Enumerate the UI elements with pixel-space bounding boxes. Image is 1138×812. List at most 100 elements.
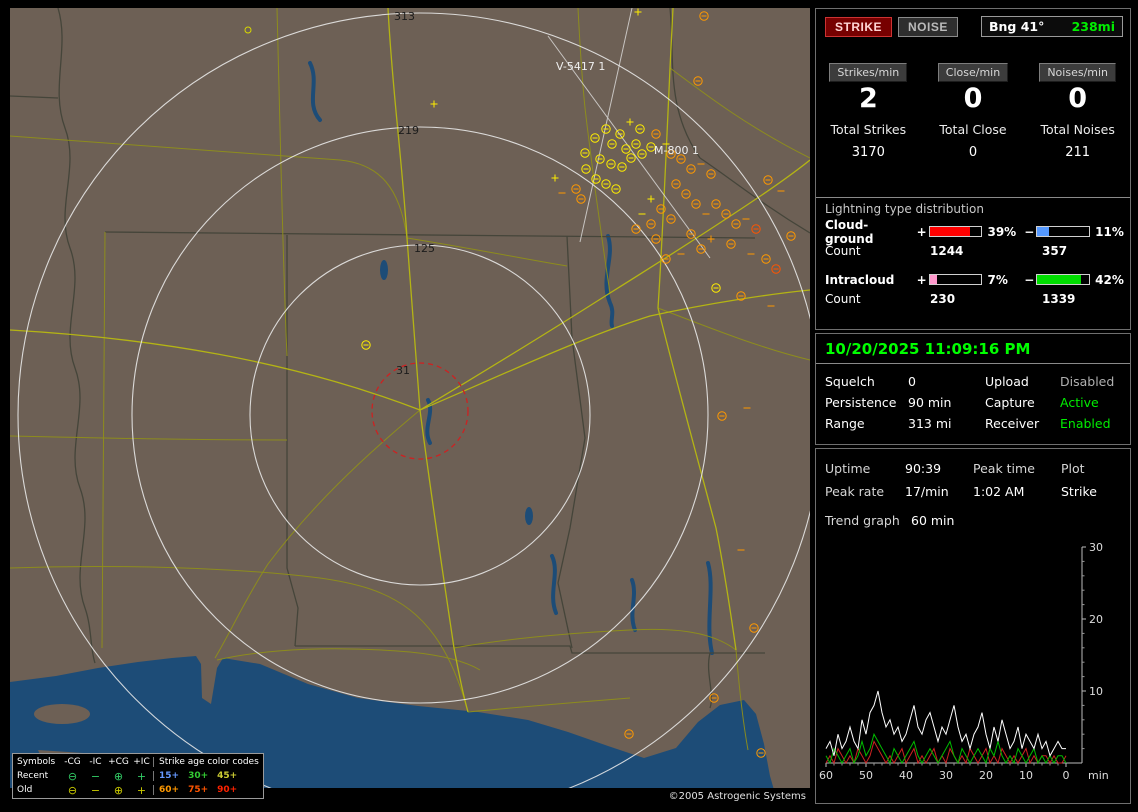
intracloud-row: Intracloud + 7% − 42%	[825, 271, 1130, 288]
divider	[816, 363, 1130, 364]
cloud-ground-row: Cloud-ground + 39% − 11%	[825, 218, 1130, 246]
map-canvas: 313 219 125 31 V-5417 1 M-800 1	[10, 8, 810, 804]
minus-bar-fill	[1037, 227, 1049, 236]
strikes-per-min-value: 2	[858, 83, 878, 114]
legend-col-header-cg-pos: +CG	[108, 756, 129, 767]
trend-graph-duration: 60 min	[911, 513, 955, 528]
legend-symbol: −	[90, 769, 101, 783]
legend-recent-label: Recent	[17, 771, 49, 781]
storm-cell-label: V-5417 1	[556, 60, 605, 73]
age-code: 45+	[217, 771, 238, 781]
setting-value2: Disabled	[1060, 374, 1115, 389]
total-close-value: 0	[968, 145, 978, 160]
total-noises-label: Total Noises	[1040, 122, 1115, 137]
peak-rate-label: Peak rate	[825, 484, 885, 499]
squelch-upload-row: Squelch 0 Upload Disabled	[825, 374, 1125, 389]
total-noises-value: 211	[1065, 145, 1091, 160]
setting-value2: Active	[1060, 395, 1099, 410]
legend-col-header-ic-pos: +IC	[133, 756, 150, 767]
range-value: 313 mi	[908, 416, 952, 431]
svg-text:60: 60	[819, 769, 833, 782]
squelch-value: 0	[908, 374, 916, 389]
ring-label: 313	[394, 10, 415, 23]
trend-graph-label: Trend graph	[825, 513, 900, 528]
legend-symbol: −	[90, 783, 101, 797]
close-per-min-button[interactable]: Close/min	[937, 63, 1009, 82]
svg-text:50: 50	[859, 769, 873, 782]
cloud-ground-label: Cloud-ground	[825, 217, 874, 246]
plus-bar-fill	[929, 227, 971, 236]
legend-recent-row: Recent ⊖ − ⊕ + 15+ 30+ 45+	[15, 769, 261, 783]
strikes-per-min-column: Strikes/min 2 Total Strikes 3170	[816, 63, 921, 160]
peak-time-label: Peak time	[973, 461, 1035, 476]
setting-value2: Enabled	[1060, 416, 1111, 431]
uptime-value: 90:39	[905, 461, 942, 476]
lightning-map[interactable]: 313 219 125 31 V-5417 1 M-800 1 ©2005 As…	[10, 8, 810, 804]
legend-symbol: +	[136, 783, 147, 797]
persistence-label: Persistence	[825, 395, 897, 410]
cg-positive-bar	[928, 226, 983, 237]
datetime-display: 10/20/2025 11:09:16 PM	[825, 340, 1031, 358]
age-code: 30+	[188, 771, 209, 781]
ring-label: 125	[414, 242, 435, 255]
ic-negative-bar	[1036, 274, 1091, 285]
legend-recent-symbols: ⊖ − ⊕ +	[61, 771, 153, 782]
bearing-distance-box: Bng 41° 238mi	[981, 16, 1123, 37]
svg-text:20: 20	[1089, 613, 1103, 626]
bearing-value: Bng 41°	[989, 19, 1045, 34]
ic-positive-bar	[928, 274, 983, 285]
plus-sign: +	[916, 272, 927, 287]
svg-text:10: 10	[1089, 685, 1103, 698]
ic-negative-count: 1339	[1042, 292, 1076, 306]
legend-header-row: Symbols -CG -IC +CG +IC Strike age color…	[15, 755, 261, 769]
cloud-ground-count-row: Count 1244 357	[825, 244, 1130, 259]
cg-negative-bar	[1036, 226, 1091, 237]
close-per-min-value: 0	[963, 83, 983, 114]
minus-bar-fill	[1037, 275, 1081, 284]
ic-negative-pct: 42%	[1095, 272, 1124, 287]
uptime-label: Uptime	[825, 461, 871, 476]
total-strikes-label: Total Strikes	[830, 122, 907, 137]
legend-symbol: ⊕	[113, 769, 124, 783]
squelch-label: Squelch	[825, 374, 875, 389]
minus-sign: −	[1024, 272, 1035, 287]
svg-text:30: 30	[1089, 541, 1103, 554]
lightning-type-distribution: Lightning type distribution Cloud-ground…	[816, 197, 1130, 307]
legend-symbols-header: Symbols	[17, 757, 56, 767]
ic-positive-count: 230	[930, 292, 956, 306]
minus-sign: −	[1024, 224, 1035, 239]
trend-graph: 10 20 30 60 50 40 30 20 10 0 min	[818, 533, 1128, 789]
persistence-value: 90 min	[908, 395, 952, 410]
plus-bar-fill	[929, 275, 937, 284]
strike-mode-button[interactable]: STRIKE	[825, 16, 893, 37]
trend-graph-header: Trend graph 60 min	[825, 513, 954, 528]
range-label: Range	[825, 416, 865, 431]
ring-label: 31	[396, 364, 410, 377]
persistence-capture-row: Persistence 90 min Capture Active	[825, 395, 1125, 410]
age-code: 15+	[159, 771, 180, 781]
legend-symbol: ⊖	[67, 783, 78, 797]
legend-old-row: Old ⊖ − ⊕ + 60+ 75+ 90+	[15, 783, 261, 797]
receiver-label: Receiver	[985, 416, 1040, 431]
noise-mode-button[interactable]: NOISE	[898, 16, 958, 37]
svg-text:0: 0	[1063, 769, 1070, 782]
cg-negative-pct: 11%	[1095, 224, 1124, 239]
noises-per-min-button[interactable]: Noises/min	[1039, 63, 1117, 82]
storm-cell-label: M-800 1	[654, 144, 699, 157]
ring-label: 219	[398, 124, 419, 137]
svg-text:40: 40	[899, 769, 913, 782]
intracloud-label: Intracloud	[825, 272, 895, 287]
svg-text:30: 30	[939, 769, 953, 782]
rate-columns: Strikes/min 2 Total Strikes 3170 Close/m…	[816, 63, 1130, 160]
noises-per-min-value: 0	[1068, 83, 1088, 114]
svg-text:10: 10	[1019, 769, 1033, 782]
trend-graph-svg: 10 20 30 60 50 40 30 20 10 0 min	[818, 533, 1128, 785]
peak-rate-value: 17/min	[905, 484, 949, 499]
distribution-title: Lightning type distribution	[825, 202, 984, 216]
age-code: 90+	[217, 785, 238, 795]
strikes-per-min-button[interactable]: Strikes/min	[829, 63, 908, 82]
count-label: Count	[825, 292, 861, 306]
legend-symbol: ⊖	[67, 769, 78, 783]
upload-label: Upload	[985, 374, 1029, 389]
legend-symbol: +	[136, 769, 147, 783]
